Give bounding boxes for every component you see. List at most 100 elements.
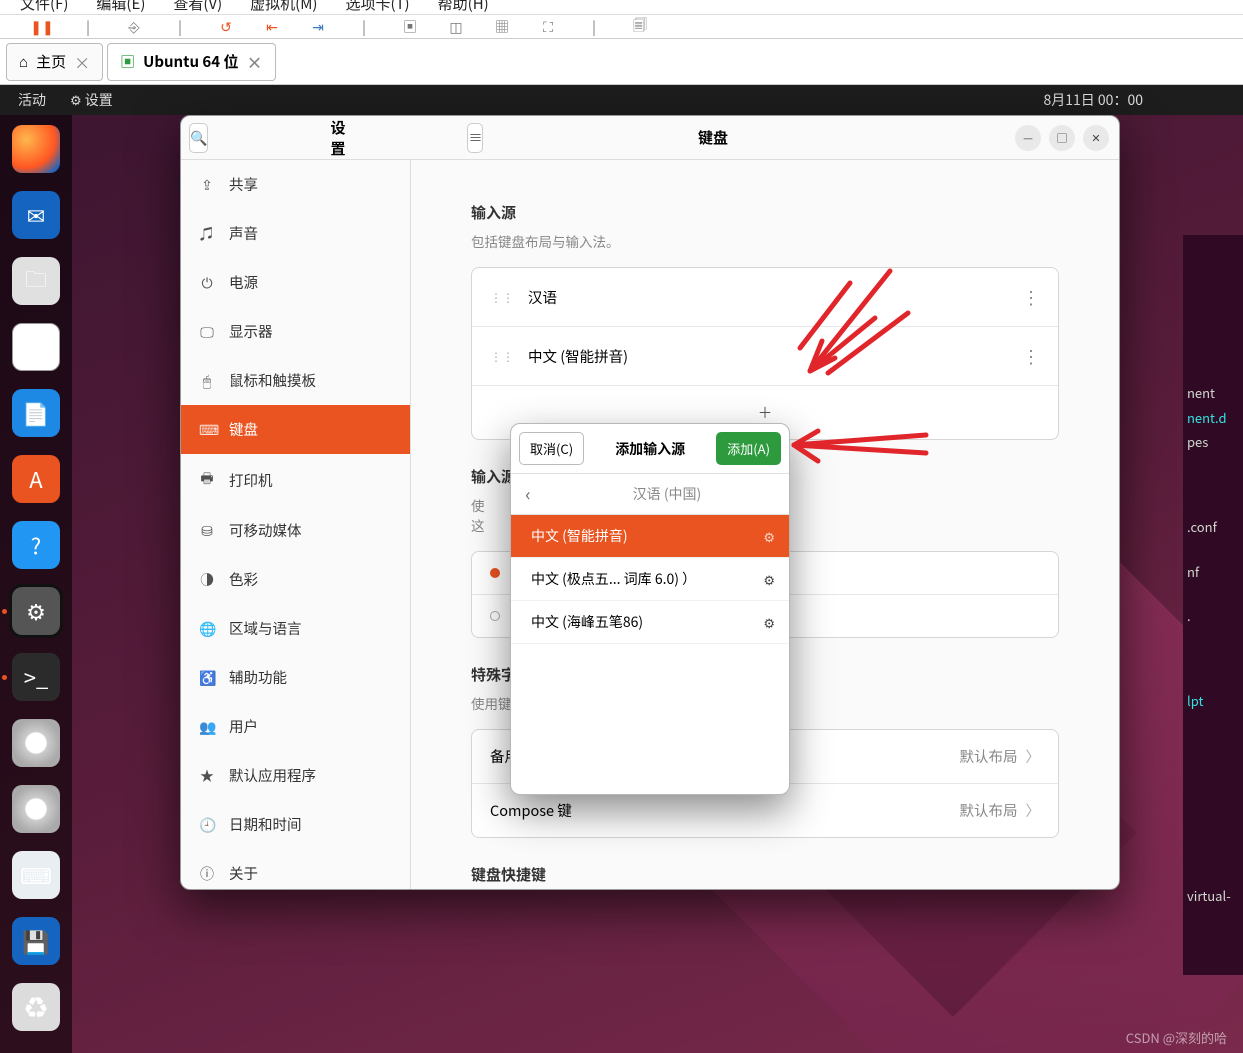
close-icon[interactable]: × (247, 50, 263, 74)
sidebar-item[interactable]: ♿辅助功能 (181, 653, 410, 702)
sidebar-icon: ♿ (199, 668, 215, 688)
row-label: Compose 键 (490, 800, 572, 821)
sidebar-label: 色彩 (229, 569, 258, 590)
sidebar-item[interactable]: 👥用户 (181, 702, 410, 751)
dock-rhythmbox[interactable]: ◉ (12, 323, 60, 371)
sep: | (351, 17, 377, 37)
input-method-option[interactable]: 中文 (极点五... 词库 6.0) ）⚙ (511, 558, 789, 601)
kebab-icon[interactable]: ⋮ (1022, 343, 1040, 369)
sidebar-item[interactable]: ♫声音 (181, 209, 410, 258)
sidebar-item[interactable]: 🖵显示器 (181, 307, 410, 356)
minimize-button[interactable]: — (1015, 125, 1041, 151)
gear-icon[interactable]: ⚙ (763, 613, 775, 632)
maximize-button[interactable]: □ (1049, 125, 1075, 151)
sidebar-item[interactable]: 🖱鼠标和触摸板 (181, 356, 410, 405)
activities-button[interactable]: 活动 (18, 90, 46, 110)
sidebar-icon: ⓘ (199, 864, 215, 884)
dock-writer[interactable]: 📄 (12, 389, 60, 437)
sidebar-icon: ⌨ (199, 420, 215, 440)
drag-icon[interactable]: ⋮⋮ (490, 289, 514, 306)
dock-disc[interactable] (12, 785, 60, 833)
sidebar-item[interactable]: ⓘ关于 (181, 849, 410, 889)
dock-settings[interactable]: ⚙ (12, 587, 60, 635)
dock-terminal[interactable]: >_ (12, 653, 60, 701)
sidebar-item[interactable]: ⛁ 可移动媒体 (181, 506, 410, 555)
input-sources-panel: ⋮⋮ 汉语 ⋮ ⋮⋮ 中文 (智能拼音) ⋮ ＋ (471, 267, 1059, 440)
sidebar-item[interactable]: ⏻ 电源 (181, 258, 410, 307)
gear-icon[interactable]: ⚙ (763, 527, 775, 546)
back-button[interactable]: ‹ (511, 481, 545, 507)
terminal-peek: nent nent.d pes .conf nf . lpt virtual- (1183, 235, 1243, 975)
add-button[interactable]: 添加(A) (716, 432, 781, 465)
tab-home[interactable]: ⌂ 主页 × (6, 43, 103, 81)
vm-display: 活动 ⚙ 设置 8月11日 00：00 ✉ 🗀 ◉ 📄 A ? ⚙ >_ ⌨ 💾… (0, 85, 1243, 1053)
sidebar-icon: ⇪ (199, 175, 215, 195)
clock[interactable]: 8月11日 00：00 (1043, 90, 1143, 110)
snapshot-icon[interactable]: ↺ (213, 17, 239, 37)
snapshot-fwd-icon[interactable]: ⇥ (305, 17, 331, 37)
input-method-option[interactable]: 中文 (海峰五笔86)⚙ (511, 601, 789, 644)
unity-icon[interactable]: ◫ (443, 17, 469, 37)
dock-help[interactable]: ? (12, 521, 60, 569)
sidebar-label: 可移动媒体 (229, 520, 302, 541)
dock-software[interactable]: A (12, 455, 60, 503)
source-label: 中文 (智能拼音) (528, 346, 628, 367)
pause-icon[interactable]: ❚❚ (29, 17, 55, 37)
menu[interactable]: 虚拟机(M) (250, 0, 317, 14)
dock-save[interactable]: 💾 (12, 917, 60, 965)
sidebar-item[interactable]: 🖶打印机 (181, 454, 410, 506)
gnome-topbar: 活动 ⚙ 设置 8月11日 00：00 (0, 85, 1243, 115)
sidebar-label: 电源 (229, 272, 258, 293)
sidebar-icon: ⏻ (199, 273, 215, 293)
input-source-row[interactable]: ⋮⋮ 汉语 ⋮ (472, 268, 1058, 327)
sidebar-label: 用户 (229, 716, 258, 737)
dock-firefox[interactable] (12, 125, 60, 173)
menu[interactable]: 帮助(H) (438, 0, 489, 14)
sidebar-label: 共享 (229, 174, 258, 195)
sidebar-icon: 🕘 (199, 815, 215, 835)
fit-icon[interactable]: ▣ (397, 17, 423, 37)
kebab-icon[interactable]: ⋮ (1022, 284, 1040, 310)
sidebar-item[interactable]: ◑ 色彩 (181, 555, 410, 604)
sep: | (75, 17, 101, 37)
dock-files[interactable]: 🗀 (12, 257, 60, 305)
sidebar-label: 区域与语言 (229, 618, 302, 639)
sidebar-item[interactable]: ⌨键盘 (181, 405, 410, 454)
snapshot-back-icon[interactable]: ⇤ (259, 17, 285, 37)
cancel-button[interactable]: 取消(C) (519, 432, 584, 465)
dock-thunderbird[interactable]: ✉ (12, 191, 60, 239)
sidebar-icon: 🖵 (199, 322, 215, 342)
sidebar-item[interactable]: 🕘日期和时间 (181, 800, 410, 849)
menu[interactable]: 编辑(E) (96, 0, 145, 14)
dialog-breadcrumb: ‹ 汉语 (中国) (511, 474, 789, 515)
drag-icon[interactable]: ⋮⋮ (490, 348, 514, 365)
sidebar-item[interactable]: ★默认应用程序 (181, 751, 410, 800)
close-button[interactable]: ✕ (1083, 125, 1109, 151)
source-label: 汉语 (528, 287, 557, 308)
gear-icon[interactable]: ⚙ (763, 570, 775, 589)
dock-onboard[interactable]: ⌨ (12, 851, 60, 899)
sidebar-icon: ◑ (199, 570, 215, 590)
section-title: 输入源 (471, 202, 1059, 223)
input-source-row[interactable]: ⋮⋮ 中文 (智能拼音) ⋮ (472, 327, 1058, 386)
sidebar-item[interactable]: ⇪ 共享 (181, 160, 410, 209)
sidebar-icon: ⛁ (199, 521, 215, 541)
search-button[interactable]: 🔍 (189, 123, 208, 153)
close-icon[interactable]: × (74, 50, 90, 74)
focused-app[interactable]: ⚙ 设置 (70, 90, 113, 110)
send-key-icon[interactable]: ⎆ (121, 17, 147, 37)
lib-icon[interactable]: 🗐 (627, 17, 653, 37)
dock-trash[interactable]: ♻ (12, 983, 60, 1031)
full-icon[interactable]: ⛶ (535, 17, 561, 37)
menu[interactable]: 文件(F) (20, 0, 68, 14)
dock-disc[interactable] (12, 719, 60, 767)
breadcrumb-label: 汉语 (中国) (545, 474, 789, 514)
tab-vm[interactable]: ▣ Ubuntu 64 位 × (107, 43, 275, 81)
input-method-option[interactable]: 中文 (智能拼音)⚙ (511, 515, 789, 558)
menu[interactable]: 选项卡(T) (346, 0, 410, 14)
sidebar-item[interactable]: 🌐 区域与语言 (181, 604, 410, 653)
page-title: 键盘 (411, 127, 1015, 148)
thumb-icon[interactable]: ▦ (489, 17, 515, 37)
menu[interactable]: 查看(V) (173, 0, 222, 14)
sidebar-icon: 🌐 (199, 619, 215, 639)
